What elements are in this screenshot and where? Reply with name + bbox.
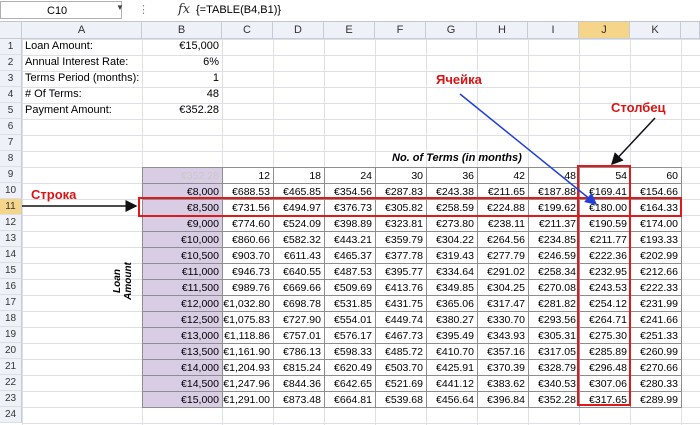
column-annotation: Столбец [611,100,666,115]
cell-annotation: Ячейка [436,72,482,87]
column-arrow [610,117,656,166]
annotation-arrows [22,93,656,212]
row-annotation: Строка [31,187,77,202]
cell-arrow [459,93,598,205]
